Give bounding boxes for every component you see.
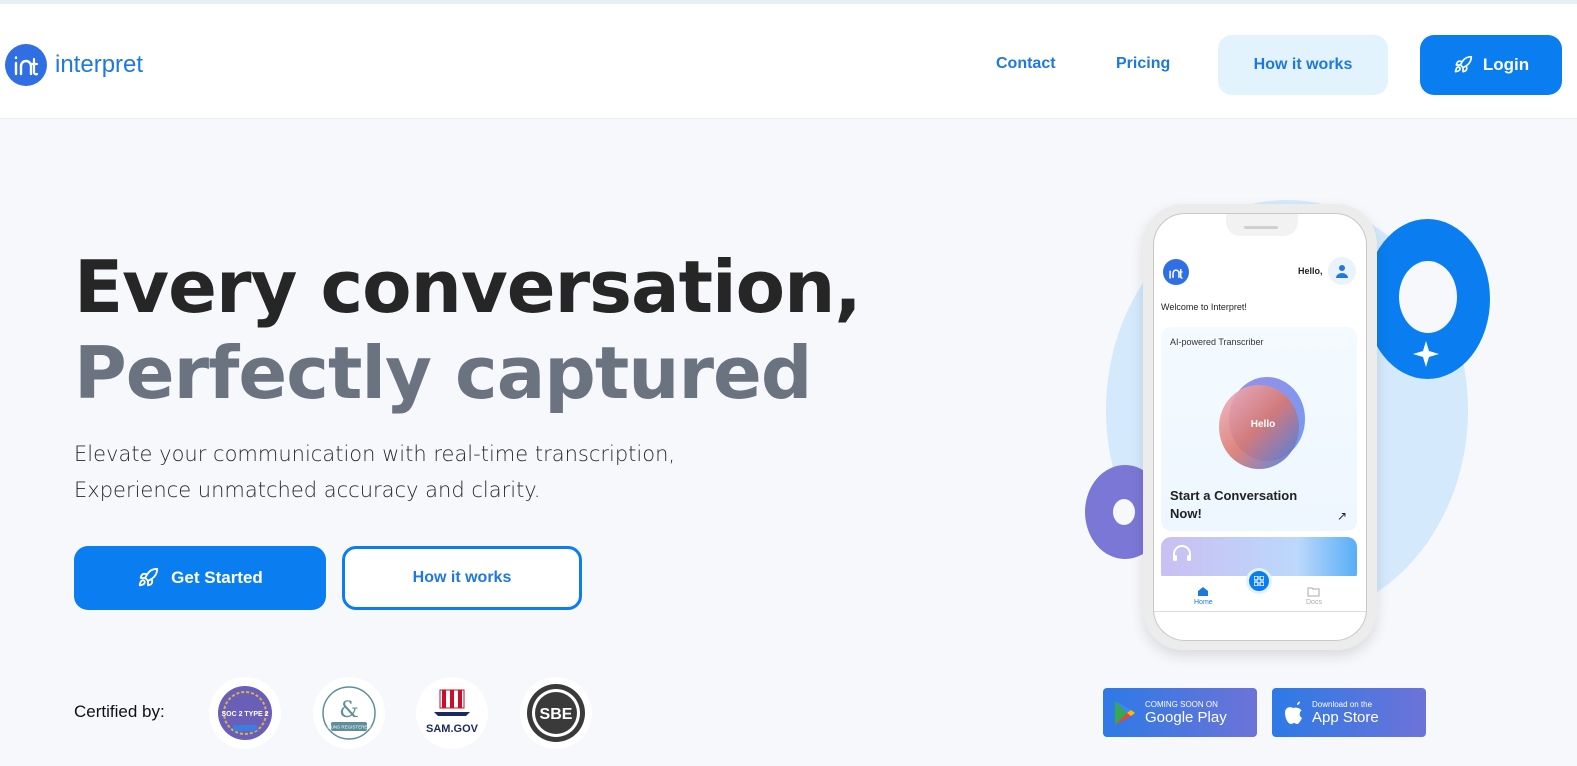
user-avatar-icon[interactable]	[1328, 257, 1356, 285]
arrow-up-right-icon: ↗	[1337, 509, 1348, 523]
app-store-big-text: App Store	[1312, 708, 1379, 726]
phone-welcome-text: Welcome to Interpret!	[1161, 302, 1247, 312]
google-play-button[interactable]: COMING SOON ON Google Play	[1103, 688, 1257, 737]
orb-text: Hello	[1251, 419, 1275, 430]
svg-text:&: &	[339, 698, 359, 723]
rocket-icon	[139, 567, 159, 587]
folder-icon	[1307, 587, 1320, 597]
phone-greeting: Hello,	[1298, 266, 1323, 276]
google-play-icon	[1115, 700, 1135, 725]
sam-gov-badge-text: SAM.GOV	[426, 723, 479, 735]
start-conversation-text: Start a Conversation Now!	[1170, 488, 1298, 521]
get-started-button[interactable]: Get Started	[74, 546, 326, 610]
app-logo-icon	[1163, 259, 1189, 285]
transcriber-card[interactable]: AI-powered Transcriber Hello Start a Con…	[1161, 327, 1357, 531]
transcriber-card-label: AI-powered Transcriber	[1170, 337, 1264, 347]
rocket-icon	[1454, 55, 1473, 73]
soc2-badge-text: SOC 2 TYPE 2	[221, 711, 268, 718]
google-play-small-text: COMING SOON ON	[1145, 699, 1218, 709]
hero-subtitle: Elevate your communication with real-tim…	[74, 436, 675, 508]
sparkle-icon	[1413, 341, 1439, 367]
how-it-works-button[interactable]: How it works	[342, 546, 582, 610]
headphones-icon	[1173, 545, 1191, 561]
home-icon	[1198, 587, 1209, 596]
app-store-button[interactable]: Download on the App Store	[1272, 688, 1426, 737]
duns-badge: & DUNS REGISTERED	[313, 677, 385, 749]
get-started-label: Get Started	[171, 568, 263, 587]
site-header: interpret Contact Pricing How it works L…	[0, 4, 1577, 119]
nav-how-it-works-button[interactable]: How it works	[1218, 35, 1388, 95]
nav-how-it-works-label: How it works	[1253, 56, 1353, 73]
google-play-big-text: Google Play	[1145, 708, 1227, 726]
certified-by-label: Certified by:	[74, 702, 165, 721]
phone-mockup: Hello, Welcome to Interpret! AI-powered …	[1143, 204, 1377, 650]
apps-grid-button[interactable]	[1246, 568, 1272, 594]
nav-pricing-link[interactable]: Pricing	[1116, 55, 1170, 73]
login-button[interactable]: Login	[1420, 35, 1562, 95]
hero-subtitle-line2: Experience unmatched accuracy and clarit…	[74, 478, 541, 502]
sbe-badge-text: SBE	[540, 706, 573, 723]
app-store-small-text: Download on the	[1312, 699, 1373, 709]
ai-orb-icon: Hello	[1219, 377, 1305, 469]
duns-badge-text: DUNS REGISTERED	[327, 725, 371, 730]
how-it-works-label: How it works	[412, 569, 512, 586]
nav-contact-link[interactable]: Contact	[996, 55, 1056, 73]
decorative-blue-ring	[1365, 219, 1490, 379]
tab-docs[interactable]: Docs	[1306, 586, 1322, 606]
tab-home-label: Home	[1194, 599, 1213, 606]
login-label: Login	[1482, 55, 1530, 74]
hero-title: Every conversation, Perfectly captured	[74, 244, 862, 416]
hero-title-line2: Perfectly captured	[74, 331, 812, 415]
tab-home[interactable]: Home	[1194, 586, 1213, 606]
phone-screen: Hello, Welcome to Interpret! AI-powered …	[1153, 213, 1367, 641]
soc2-badge: SOC 2 TYPE 2	[209, 677, 281, 749]
apple-icon	[1285, 701, 1302, 724]
sbe-badge: SBE	[520, 677, 592, 749]
logo[interactable]: interpret	[5, 44, 143, 86]
hero-subtitle-line1: Elevate your communication with real-tim…	[74, 442, 676, 466]
phone-notch	[1226, 214, 1298, 236]
logo-mark-icon	[5, 44, 47, 86]
sam-gov-badge: SAM.GOV	[416, 677, 488, 749]
hero-title-line1: Every conversation,	[74, 245, 862, 329]
phone-tab-bar: Home Docs	[1154, 568, 1366, 612]
tab-docs-label: Docs	[1306, 599, 1322, 606]
grid-icon	[1254, 576, 1264, 586]
logo-text: interpret	[55, 51, 144, 78]
